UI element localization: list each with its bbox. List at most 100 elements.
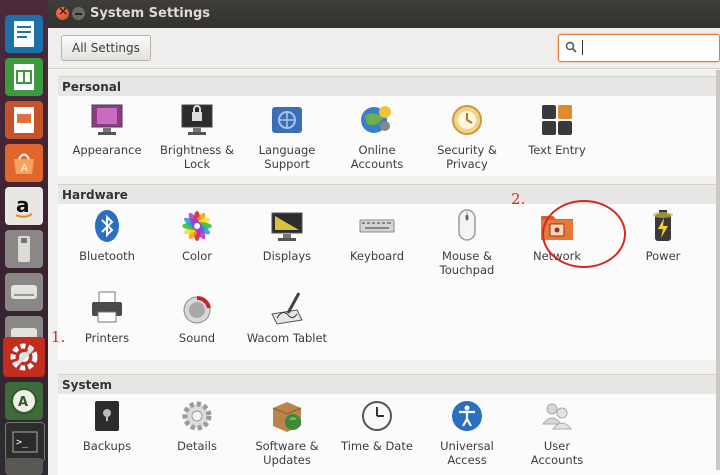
settings-item-wacom-tablet[interactable]: Wacom Tablet xyxy=(242,288,332,345)
settings-item-label: Time & Date xyxy=(341,439,413,453)
wacom-tablet-icon xyxy=(267,288,307,328)
displays-icon xyxy=(267,206,307,246)
scrollbar[interactable] xyxy=(716,70,720,470)
annotation-step-1: 1. xyxy=(51,328,66,346)
backups-icon xyxy=(87,396,127,436)
settings-item-sound[interactable]: Sound xyxy=(152,288,242,345)
calc-icon[interactable] xyxy=(5,58,43,96)
system-settings-icon[interactable] xyxy=(3,337,45,377)
settings-item-label: Details xyxy=(177,439,217,453)
search-icon xyxy=(565,41,577,53)
user-accounts-icon xyxy=(537,396,577,436)
settings-item-label: Security & Privacy xyxy=(437,143,497,171)
settings-item-label: Brightness & Lock xyxy=(160,143,234,171)
language-support-icon xyxy=(267,100,307,140)
online-accounts-icon xyxy=(357,100,397,140)
terminal-icon[interactable]: >_ xyxy=(5,422,45,462)
section-header-system: System xyxy=(58,374,720,395)
settings-item-label: Software & Updates xyxy=(255,439,319,467)
settings-item-label: User Accounts xyxy=(530,439,584,467)
settings-item-appearance[interactable]: Appearance xyxy=(62,100,152,157)
settings-item-color[interactable]: Color xyxy=(152,206,242,263)
annotation-circle xyxy=(542,200,626,268)
section-system: Backups Details Software & Updates Time … xyxy=(58,394,720,475)
power-icon xyxy=(643,206,683,246)
window-title: System Settings xyxy=(90,6,211,21)
software-updates-icon xyxy=(267,396,307,436)
brightness-lock-icon xyxy=(177,100,217,140)
sound-icon xyxy=(177,288,217,328)
system-settings-window: System Settings All Settings Personal Ap… xyxy=(48,0,720,475)
settings-item-label: Power xyxy=(645,249,681,263)
universal-access-icon xyxy=(447,396,487,436)
settings-item-details[interactable]: Details xyxy=(152,396,242,453)
impress-icon[interactable] xyxy=(5,101,43,139)
details-icon xyxy=(177,396,217,436)
settings-item-user-accounts[interactable]: User Accounts xyxy=(512,396,602,467)
svg-text:A: A xyxy=(21,163,28,174)
settings-item-label: Backups xyxy=(82,439,132,453)
settings-item-label: Bluetooth xyxy=(79,249,135,263)
settings-item-label: Universal Access xyxy=(440,439,494,467)
settings-item-label: Keyboard xyxy=(349,249,405,263)
appearance-icon xyxy=(87,100,127,140)
section-title: Personal xyxy=(62,80,121,94)
settings-item-displays[interactable]: Displays xyxy=(242,206,332,263)
settings-item-printers[interactable]: Printers xyxy=(62,288,152,345)
bluetooth-icon xyxy=(87,206,127,246)
amazon-icon[interactable]: a xyxy=(5,187,43,225)
all-settings-button[interactable]: All Settings xyxy=(61,35,151,61)
text-entry-icon xyxy=(537,100,577,140)
settings-item-mouse-touchpad[interactable]: Mouse & Touchpad xyxy=(422,206,512,277)
section-personal: Appearance Brightness & Lock Language Su… xyxy=(58,96,720,176)
section-title: Hardware xyxy=(62,188,128,202)
settings-item-backups[interactable]: Backups xyxy=(62,396,152,453)
settings-item-label: Wacom Tablet xyxy=(246,331,328,345)
settings-item-bluetooth[interactable]: Bluetooth xyxy=(62,206,152,263)
settings-item-label: Language Support xyxy=(258,143,316,171)
software-center-icon[interactable]: A xyxy=(5,144,43,182)
settings-item-language-support[interactable]: Language Support xyxy=(242,100,332,171)
settings-item-software-updates[interactable]: Software & Updates xyxy=(242,396,332,467)
security-privacy-icon xyxy=(447,100,487,140)
svg-text:a: a xyxy=(16,193,30,217)
settings-item-time-date[interactable]: Time & Date xyxy=(332,396,422,453)
settings-item-text-entry[interactable]: Text Entry xyxy=(512,100,602,157)
settings-item-label: Color xyxy=(181,249,213,263)
svg-text:>_: >_ xyxy=(16,437,29,448)
settings-item-power[interactable]: Power xyxy=(618,206,708,263)
section-header-personal: Personal xyxy=(58,76,720,97)
annotation-step-2: 2. xyxy=(511,190,526,208)
settings-item-brightness-lock[interactable]: Brightness & Lock xyxy=(152,100,242,171)
settings-item-keyboard[interactable]: Keyboard xyxy=(332,206,422,263)
keyboard-icon xyxy=(357,206,397,246)
settings-item-universal-access[interactable]: Universal Access xyxy=(422,396,512,467)
updater-icon[interactable]: A xyxy=(5,382,43,420)
svg-text:A: A xyxy=(18,395,28,410)
settings-item-label: Displays xyxy=(262,249,312,263)
toolbar: All Settings xyxy=(48,28,720,69)
color-icon xyxy=(177,206,217,246)
minimize-button[interactable] xyxy=(72,7,85,20)
settings-item-label: Appearance xyxy=(72,143,142,157)
writer-icon[interactable] xyxy=(5,15,43,53)
usb-drive-icon[interactable] xyxy=(5,230,43,268)
launcher: A a A >_ xyxy=(0,0,48,475)
workspace-icon[interactable] xyxy=(5,458,43,475)
settings-item-security-privacy[interactable]: Security & Privacy xyxy=(422,100,512,171)
mouse-touchpad-icon xyxy=(447,206,487,246)
section-title: System xyxy=(62,378,112,392)
settings-item-label: Sound xyxy=(178,331,216,345)
search-input[interactable] xyxy=(558,34,720,62)
settings-item-online-accounts[interactable]: Online Accounts xyxy=(332,100,422,171)
section-header-hardware: Hardware xyxy=(58,184,720,205)
drive-icon[interactable] xyxy=(5,273,43,311)
titlebar: System Settings xyxy=(48,0,720,28)
text-cursor xyxy=(582,40,583,55)
time-date-icon xyxy=(357,396,397,436)
settings-item-label: Mouse & Touchpad xyxy=(439,249,495,277)
settings-item-label: Text Entry xyxy=(528,143,586,157)
printers-icon xyxy=(87,288,127,328)
settings-item-label: Printers xyxy=(84,331,130,345)
close-button[interactable] xyxy=(56,4,69,20)
